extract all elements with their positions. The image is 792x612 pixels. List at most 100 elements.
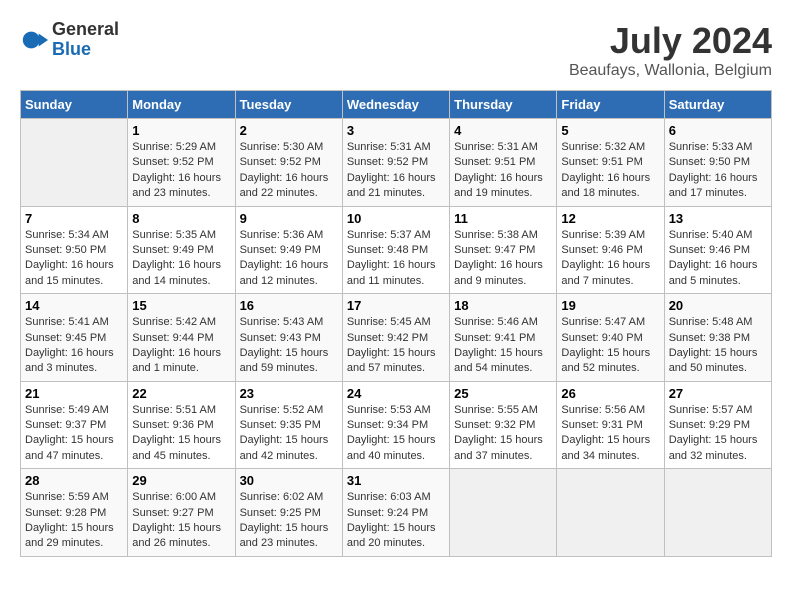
calendar-cell: 16Sunrise: 5:43 AMSunset: 9:43 PMDayligh… [235, 294, 342, 382]
calendar-cell: 11 Sunrise: 5:38 AMSunset: 9:47 PMDayligh… [450, 206, 557, 294]
calendar-cell: 30Sunrise: 6:02 AMSunset: 9:25 PMDayligh… [235, 469, 342, 557]
logo-general: General [52, 20, 119, 40]
col-header-friday: Friday [557, 91, 664, 119]
day-number: 13 [669, 211, 767, 226]
calendar-cell: 3 Sunrise: 5:31 AMSunset: 9:52 PMDaylight… [342, 119, 449, 207]
calendar-cell: 17Sunrise: 5:45 AMSunset: 9:42 PMDayligh… [342, 294, 449, 382]
week-row-5: 28 Sunrise: 5:59 AMSunset: 9:28 PMDayligh… [21, 469, 772, 557]
calendar-cell: 19Sunrise: 5:47 AMSunset: 9:40 PMDayligh… [557, 294, 664, 382]
calendar-cell: 6 Sunrise: 5:33 AMSunset: 9:50 PMDaylight… [664, 119, 771, 207]
day-number: 26 [561, 386, 659, 401]
day-number: 12 [561, 211, 659, 226]
cell-content: Sunrise: 5:34 AMSunset: 9:50 PMDaylight:… [25, 228, 123, 290]
day-number: 22 [132, 386, 230, 401]
day-number: 1 [132, 123, 230, 138]
week-row-3: 14Sunrise: 5:41 AMSunset: 9:45 PMDayligh… [21, 294, 772, 382]
calendar-cell: 20 Sunrise: 5:48 AMSunset: 9:38 PMDayligh… [664, 294, 771, 382]
day-number: 9 [240, 211, 338, 226]
title-block: July 2024 Beaufays, Wallonia, Belgium [569, 20, 772, 80]
cell-content: Sunrise: 5:38 AMSunset: 9:47 PMDaylight:… [454, 228, 552, 290]
calendar-cell: 18 Sunrise: 5:46 AMSunset: 9:41 PMDayligh… [450, 294, 557, 382]
calendar-cell [450, 469, 557, 557]
day-number: 20 [669, 298, 767, 313]
day-number: 28 [25, 473, 123, 488]
cell-content: Sunrise: 5:33 AMSunset: 9:50 PMDaylight:… [669, 140, 767, 202]
calendar-cell: 9 Sunrise: 5:36 AMSunset: 9:49 PMDaylight… [235, 206, 342, 294]
cell-content: Sunrise: 5:57 AMSunset: 9:29 PMDaylight:… [669, 403, 767, 465]
cell-content: Sunrise: 5:49 AMSunset: 9:37 PMDaylight:… [25, 403, 123, 465]
calendar-cell: 14Sunrise: 5:41 AMSunset: 9:45 PMDayligh… [21, 294, 128, 382]
calendar-cell: 10 Sunrise: 5:37 AMSunset: 9:48 PMDayligh… [342, 206, 449, 294]
subtitle: Beaufays, Wallonia, Belgium [569, 62, 772, 80]
logo: General Blue [20, 20, 119, 60]
logo-icon [20, 26, 48, 54]
logo-blue: Blue [52, 40, 119, 60]
day-number: 23 [240, 386, 338, 401]
day-number: 29 [132, 473, 230, 488]
day-number: 24 [347, 386, 445, 401]
cell-content: Sunrise: 5:42 AMSunset: 9:44 PMDaylight:… [132, 315, 230, 377]
week-row-4: 21Sunrise: 5:49 AMSunset: 9:37 PMDayligh… [21, 381, 772, 469]
calendar-cell [21, 119, 128, 207]
cell-content: Sunrise: 5:53 AMSunset: 9:34 PMDaylight:… [347, 403, 445, 465]
cell-content: Sunrise: 5:52 AMSunset: 9:35 PMDaylight:… [240, 403, 338, 465]
cell-content: Sunrise: 5:29 AMSunset: 9:52 PMDaylight:… [132, 140, 230, 202]
day-number: 2 [240, 123, 338, 138]
page-header: General Blue July 2024 Beaufays, Walloni… [20, 20, 772, 80]
calendar-cell: 26Sunrise: 5:56 AMSunset: 9:31 PMDayligh… [557, 381, 664, 469]
day-number: 17 [347, 298, 445, 313]
day-number: 11 [454, 211, 552, 226]
day-number: 3 [347, 123, 445, 138]
week-row-2: 7 Sunrise: 5:34 AMSunset: 9:50 PMDaylight… [21, 206, 772, 294]
calendar-cell: 23 Sunrise: 5:52 AMSunset: 9:35 PMDayligh… [235, 381, 342, 469]
cell-content: Sunrise: 5:37 AMSunset: 9:48 PMDaylight:… [347, 228, 445, 290]
day-number: 6 [669, 123, 767, 138]
calendar-cell: 1 Sunrise: 5:29 AMSunset: 9:52 PMDaylight… [128, 119, 235, 207]
calendar-cell: 2Sunrise: 5:30 AMSunset: 9:52 PMDaylight… [235, 119, 342, 207]
cell-content: Sunrise: 5:31 AMSunset: 9:51 PMDaylight:… [454, 140, 552, 202]
col-header-monday: Monday [128, 91, 235, 119]
calendar-cell [557, 469, 664, 557]
cell-content: Sunrise: 5:48 AMSunset: 9:38 PMDaylight:… [669, 315, 767, 377]
cell-content: Sunrise: 5:51 AMSunset: 9:36 PMDaylight:… [132, 403, 230, 465]
col-header-sunday: Sunday [21, 91, 128, 119]
calendar-cell: 29Sunrise: 6:00 AMSunset: 9:27 PMDayligh… [128, 469, 235, 557]
col-header-thursday: Thursday [450, 91, 557, 119]
day-number: 10 [347, 211, 445, 226]
day-number: 5 [561, 123, 659, 138]
day-number: 8 [132, 211, 230, 226]
calendar-cell: 28 Sunrise: 5:59 AMSunset: 9:28 PMDayligh… [21, 469, 128, 557]
calendar-header-row: SundayMondayTuesdayWednesdayThursdayFrid… [21, 91, 772, 119]
day-number: 18 [454, 298, 552, 313]
calendar-cell: 4 Sunrise: 5:31 AMSunset: 9:51 PMDaylight… [450, 119, 557, 207]
col-header-saturday: Saturday [664, 91, 771, 119]
cell-content: Sunrise: 5:39 AMSunset: 9:46 PMDaylight:… [561, 228, 659, 290]
day-number: 15 [132, 298, 230, 313]
calendar-cell: 12 Sunrise: 5:39 AMSunset: 9:46 PMDayligh… [557, 206, 664, 294]
cell-content: Sunrise: 5:46 AMSunset: 9:41 PMDaylight:… [454, 315, 552, 377]
calendar-cell: 5Sunrise: 5:32 AMSunset: 9:51 PMDaylight… [557, 119, 664, 207]
calendar-cell: 24 Sunrise: 5:53 AMSunset: 9:34 PMDayligh… [342, 381, 449, 469]
col-header-wednesday: Wednesday [342, 91, 449, 119]
day-number: 4 [454, 123, 552, 138]
day-number: 27 [669, 386, 767, 401]
calendar-cell: 15 Sunrise: 5:42 AMSunset: 9:44 PMDayligh… [128, 294, 235, 382]
logo-text: General Blue [52, 20, 119, 60]
cell-content: Sunrise: 5:59 AMSunset: 9:28 PMDaylight:… [25, 490, 123, 552]
calendar-cell: 25Sunrise: 5:55 AMSunset: 9:32 PMDayligh… [450, 381, 557, 469]
cell-content: Sunrise: 5:55 AMSunset: 9:32 PMDaylight:… [454, 403, 552, 465]
calendar-cell [664, 469, 771, 557]
cell-content: Sunrise: 5:36 AMSunset: 9:49 PMDaylight:… [240, 228, 338, 290]
col-header-tuesday: Tuesday [235, 91, 342, 119]
cell-content: Sunrise: 5:31 AMSunset: 9:52 PMDaylight:… [347, 140, 445, 202]
calendar-cell: 13 Sunrise: 5:40 AMSunset: 9:46 PMDayligh… [664, 206, 771, 294]
calendar-cell: 27 Sunrise: 5:57 AMSunset: 9:29 PMDayligh… [664, 381, 771, 469]
calendar-cell: 31Sunrise: 6:03 AMSunset: 9:24 PMDayligh… [342, 469, 449, 557]
cell-content: Sunrise: 5:41 AMSunset: 9:45 PMDaylight:… [25, 315, 123, 377]
calendar-cell: 8Sunrise: 5:35 AMSunset: 9:49 PMDaylight… [128, 206, 235, 294]
calendar-cell: 21Sunrise: 5:49 AMSunset: 9:37 PMDayligh… [21, 381, 128, 469]
cell-content: Sunrise: 5:40 AMSunset: 9:46 PMDaylight:… [669, 228, 767, 290]
week-row-1: 1 Sunrise: 5:29 AMSunset: 9:52 PMDaylight… [21, 119, 772, 207]
day-number: 7 [25, 211, 123, 226]
day-number: 30 [240, 473, 338, 488]
